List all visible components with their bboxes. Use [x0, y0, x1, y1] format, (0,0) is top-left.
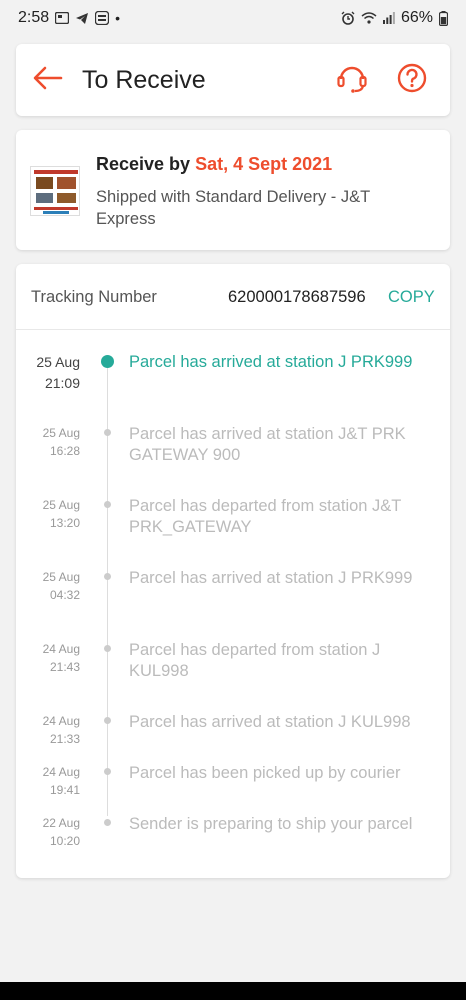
- event-time: 04:32: [49, 588, 80, 602]
- status-bar: 2:58 • 66%: [0, 0, 466, 36]
- status-bar-right: 66%: [341, 9, 448, 27]
- battery-icon: [439, 10, 448, 26]
- event-description: Parcel has arrived at station J PRK999: [129, 353, 413, 371]
- event-timestamp: 25 Aug 21:09: [16, 352, 80, 394]
- event-description: Parcel has arrived at station J&T PRK GA…: [129, 425, 406, 464]
- event-time: 21:43: [49, 660, 80, 674]
- headset-icon: [336, 63, 368, 98]
- tracking-number-row: Tracking Number 620000178687596 COPY: [16, 264, 450, 330]
- event-timestamp: 24 Aug 19:41: [16, 763, 80, 799]
- alarm-icon: [341, 11, 355, 25]
- battery-percent: 66%: [400, 9, 433, 26]
- tracking-number-label: Tracking Number: [31, 288, 157, 306]
- timeline-dot: [104, 717, 111, 724]
- event-time: 16:28: [49, 444, 80, 458]
- event-date: 25 Aug: [42, 498, 80, 512]
- event-date: 24 Aug: [42, 714, 80, 728]
- event-date: 24 Aug: [42, 642, 80, 656]
- question-circle-icon: [397, 63, 427, 98]
- event-time: 21:33: [49, 732, 80, 746]
- event-description: Parcel has departed from station J KUL99…: [129, 641, 381, 680]
- event-timestamp: 25 Aug 13:20: [16, 496, 80, 532]
- event-description: Parcel has arrived at station J PRK999: [129, 569, 413, 587]
- event-time: 13:20: [49, 516, 80, 530]
- page-title: To Receive: [82, 66, 206, 94]
- tracking-card: Tracking Number 620000178687596 COPY 25 …: [16, 264, 450, 878]
- event-description: Parcel has departed from station J&T PRK…: [129, 497, 402, 536]
- timeline-dot: [104, 501, 111, 508]
- event-date: 22 Aug: [42, 816, 80, 830]
- notification-dot: •: [115, 10, 121, 26]
- telegram-icon: [75, 12, 89, 25]
- event-description: Sender is preparing to ship your parcel: [129, 815, 413, 833]
- event-date: 25 Aug: [42, 426, 80, 440]
- event-timestamp: 24 Aug 21:33: [16, 712, 80, 748]
- copy-button[interactable]: COPY: [388, 288, 435, 307]
- customer-support-button[interactable]: [334, 62, 370, 98]
- timeline-dot: [104, 573, 111, 580]
- event-description: Parcel has been picked up by courier: [129, 764, 401, 782]
- arrow-left-icon: [33, 66, 63, 95]
- timeline-dot: [104, 645, 111, 652]
- event-date: 25 Aug: [36, 354, 80, 370]
- help-button[interactable]: [394, 62, 430, 98]
- receive-date: Sat, 4 Sept 2021: [195, 154, 333, 174]
- timeline-dot: [104, 819, 111, 826]
- back-button[interactable]: [30, 62, 66, 98]
- event-description: Parcel has arrived at station J KUL998: [129, 713, 411, 731]
- event-date: 24 Aug: [42, 765, 80, 779]
- timeline-dot-active: [101, 355, 114, 368]
- shipping-method: Shipped with Standard Delivery - J&T Exp…: [96, 188, 370, 228]
- event-timestamp: 25 Aug 04:32: [16, 568, 80, 604]
- signal-icon: [382, 12, 395, 24]
- event-timestamp: 25 Aug 16:28: [16, 424, 80, 460]
- receive-by-label: Receive by: [96, 154, 196, 174]
- system-navigation-bar: [0, 982, 466, 1000]
- event-time: 10:20: [49, 834, 80, 848]
- event-timestamp: 22 Aug 10:20: [16, 814, 80, 850]
- timeline-dot: [104, 429, 111, 436]
- event-date: 25 Aug: [42, 570, 80, 584]
- wifi-icon: [361, 12, 377, 24]
- tracking-number-value: 620000178687596: [228, 288, 366, 306]
- event-time: 21:09: [44, 375, 80, 391]
- app-icon: [95, 11, 110, 25]
- delivery-info-card: Receive by Sat, 4 Sept 2021 Shipped with…: [16, 130, 450, 250]
- gallery-icon: [55, 12, 70, 24]
- estimated-delivery: Receive by Sat, 4 Sept 2021: [96, 154, 332, 175]
- header-bar: To Receive: [16, 44, 450, 116]
- product-thumbnail: [30, 166, 80, 216]
- status-time: 2:58: [18, 9, 50, 26]
- status-bar-left: 2:58 •: [18, 9, 120, 27]
- event-time: 19:41: [49, 783, 80, 797]
- timeline-dot: [104, 768, 111, 775]
- event-timestamp: 24 Aug 21:43: [16, 640, 80, 676]
